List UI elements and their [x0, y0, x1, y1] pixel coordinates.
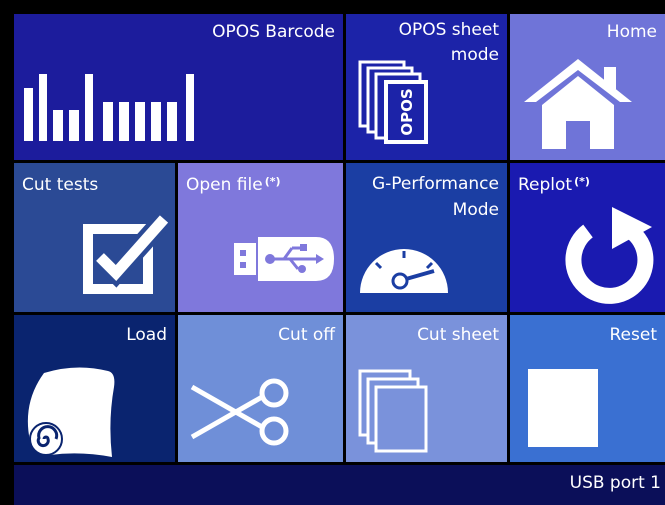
tile-label-line1: OPOS sheet — [398, 20, 499, 40]
tile-label: OPOS Barcode — [212, 22, 335, 42]
tile-cut-sheet[interactable]: Cut sheet — [346, 315, 507, 462]
tile-g-performance-mode[interactable]: G-Performance Mode — [346, 163, 507, 312]
tile-label-line1: G-Performance — [371, 174, 499, 194]
tile-label: Open file (*) — [186, 173, 281, 197]
replot-icon — [565, 207, 654, 304]
tile-opos-barcode[interactable]: OPOS Barcode — [14, 14, 343, 160]
usb-icon — [234, 237, 334, 281]
tile-label: Cut tests — [22, 175, 99, 195]
opos-sheet-icon: OPOS — [358, 60, 428, 144]
tile-label: Reset — [609, 325, 658, 345]
tile-reset[interactable]: Reset — [510, 315, 665, 462]
tile-label: Home — [606, 22, 657, 42]
tile-replot[interactable]: Replot (*) — [510, 163, 665, 312]
tile-label: Replot (*) — [518, 173, 590, 197]
status-bar: USB port 1 — [14, 465, 665, 505]
tile-label: G-Performance Mode — [372, 171, 499, 223]
barcode-icon — [24, 74, 194, 141]
tile-cut-tests[interactable]: Cut tests — [14, 163, 175, 312]
checkbox-icon — [83, 212, 172, 294]
availability-marker: (*) — [574, 175, 590, 188]
roll-icon — [27, 367, 115, 457]
gauge-icon — [360, 249, 448, 293]
tile-label-text: Open file — [186, 175, 263, 195]
scissors-icon — [190, 378, 289, 446]
tile-screen: OPOS Barcode OPOS sheet mode OPOS Home C… — [0, 0, 665, 505]
tile-label: Cut off — [278, 325, 335, 345]
tile-label-line2: Mode — [452, 200, 499, 220]
tile-load[interactable]: Load — [14, 315, 175, 462]
tile-opos-sheet-mode[interactable]: OPOS sheet mode OPOS — [346, 14, 507, 160]
tile-home[interactable]: Home — [510, 14, 665, 160]
sheets-icon — [358, 369, 428, 453]
tile-label: Cut sheet — [417, 325, 499, 345]
tile-label: Load — [126, 325, 167, 345]
home-icon — [524, 59, 632, 149]
tile-cut-off[interactable]: Cut off — [178, 315, 343, 462]
tile-label-text: Replot — [518, 175, 573, 195]
availability-marker: (*) — [264, 175, 281, 188]
connection-status: USB port 1 — [569, 473, 661, 493]
tile-open-file[interactable]: Open file (*) — [178, 163, 343, 312]
svg-text:OPOS: OPOS — [398, 88, 416, 135]
square-icon — [528, 369, 598, 447]
